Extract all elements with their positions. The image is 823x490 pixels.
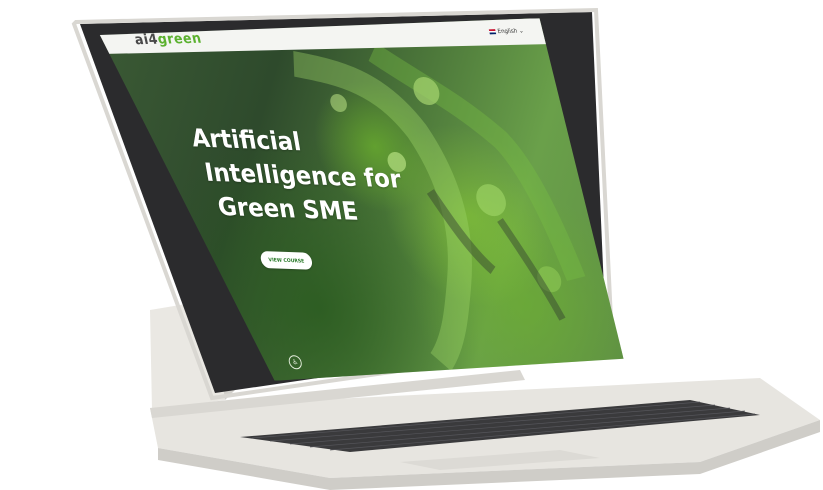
chevron-down-icon: ⌄ — [518, 27, 525, 35]
language-label: English — [496, 27, 518, 36]
language-selector[interactable]: English ⌄ — [489, 28, 524, 36]
hero-title-line3: Green SME — [215, 191, 361, 226]
view-course-button[interactable]: VIEW COURSE — [259, 251, 313, 270]
uk-flag-icon — [489, 29, 496, 34]
hero-title: Artificial Intelligence for Green SME — [189, 121, 410, 230]
logo-green-text: green — [156, 30, 204, 48]
laptop-tablet-scene: ai4green English ⌄ Artificial Intelligen… — [0, 0, 823, 490]
